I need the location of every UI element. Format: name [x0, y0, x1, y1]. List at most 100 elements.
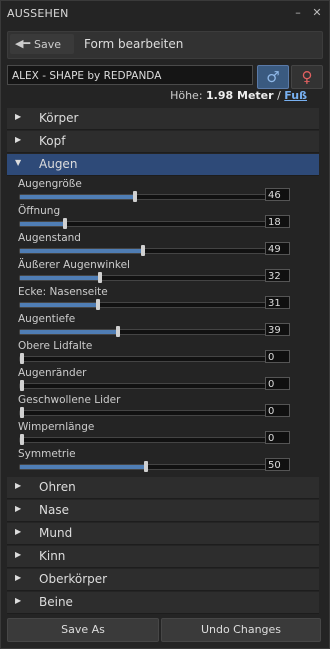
section-ohren[interactable]: ▶ Ohren — [7, 477, 319, 499]
height-readout: Höhe: 1.98 Meter / Fuß — [170, 89, 307, 102]
slider-value-input[interactable]: 49 — [265, 242, 290, 255]
slider-label: Augenränder — [18, 367, 87, 379]
slider-value-input[interactable]: 0 — [265, 377, 290, 390]
slider-track[interactable] — [19, 461, 272, 472]
shape-name-field[interactable]: ALEX - SHAPE by REDPANDA — [7, 65, 253, 85]
section-beine[interactable]: ▶ Beine — [7, 592, 319, 614]
minimize-icon[interactable]: – — [291, 6, 305, 20]
slider-augenrander: Augenränder 0 — [17, 367, 317, 393]
slider-fill — [20, 276, 100, 280]
slider-track[interactable] — [19, 191, 272, 202]
slider-track[interactable] — [19, 380, 272, 391]
slider-value-input[interactable]: 31 — [265, 296, 290, 309]
slider-label: Geschwollene Lider — [18, 394, 121, 406]
slider-track[interactable] — [19, 407, 272, 418]
section-label: Ohren — [39, 480, 76, 494]
section-korper[interactable]: ▶ Körper — [7, 108, 319, 130]
back-arrow-icon: ◀━ — [15, 37, 31, 50]
close-icon[interactable]: ✕ — [310, 6, 324, 20]
slider-obere-lidfalte: Obere Lidfalte 0 — [17, 340, 317, 366]
feet-unit-link[interactable]: Fuß — [284, 89, 307, 102]
slider-thumb[interactable] — [96, 299, 100, 310]
chevron-right-icon: ▶ — [15, 573, 22, 582]
slider-value-input[interactable]: 18 — [265, 215, 290, 228]
slider-track[interactable] — [19, 434, 272, 445]
slider-wimpernlange: Wimpernlänge 0 — [17, 421, 317, 447]
section-label: Oberkörper — [39, 572, 108, 586]
slider-value-input[interactable]: 0 — [265, 431, 290, 444]
section-label: Mund — [39, 526, 73, 540]
slider-thumb[interactable] — [141, 245, 145, 256]
slider-offnung: Öffnung 18 — [17, 205, 317, 231]
chevron-right-icon: ▶ — [15, 112, 22, 121]
slider-augenstand: Augenstand 49 — [17, 232, 317, 258]
slider-thumb[interactable] — [133, 191, 137, 202]
slider-track[interactable] — [19, 299, 272, 310]
slider-fill — [20, 303, 98, 307]
slider-label: Obere Lidfalte — [18, 340, 93, 352]
slider-value-input[interactable]: 0 — [265, 350, 290, 363]
slider-track[interactable] — [19, 245, 272, 256]
slider-label: Äußerer Augenwinkel — [18, 259, 130, 271]
slider-value-input[interactable]: 50 — [265, 458, 290, 471]
section-kinn[interactable]: ▶ Kinn — [7, 546, 319, 568]
slider-fill — [20, 249, 143, 253]
chevron-down-icon: ▼ — [15, 158, 22, 167]
slider-track[interactable] — [19, 218, 272, 229]
slider-fill — [20, 222, 65, 226]
slider-value-input[interactable]: 32 — [265, 269, 290, 282]
slider-thumb[interactable] — [116, 326, 120, 337]
slider-label: Augengröße — [18, 178, 82, 190]
chevron-right-icon: ▶ — [15, 527, 22, 536]
section-label: Nase — [39, 503, 69, 517]
slider-value-input[interactable]: 39 — [265, 323, 290, 336]
chevron-right-icon: ▶ — [15, 596, 22, 605]
slider-track[interactable] — [19, 326, 272, 337]
page-title: Form bearbeiten — [84, 37, 184, 51]
section-label: Körper — [39, 111, 79, 125]
female-symbol-icon[interactable]: ♀ — [291, 65, 323, 89]
slider-augengrosse: Augengröße 46 — [17, 178, 317, 204]
save-button[interactable]: ◀━ Save — [10, 34, 74, 54]
slider-thumb[interactable] — [20, 380, 24, 391]
window-title: AUSSEHEN — [7, 7, 69, 20]
height-label: Höhe: — [170, 89, 203, 102]
section-mund[interactable]: ▶ Mund — [7, 523, 319, 545]
section-oberkorper[interactable]: ▶ Oberkörper — [7, 569, 319, 591]
slider-thumb[interactable] — [20, 434, 24, 445]
slider-label: Augentiefe — [18, 313, 76, 325]
slider-value-input[interactable]: 0 — [265, 404, 290, 417]
male-symbol-icon[interactable]: ♂ — [257, 65, 289, 89]
section-label: Kopf — [39, 134, 66, 148]
section-kopf[interactable]: ▶ Kopf — [7, 131, 319, 153]
section-nase[interactable]: ▶ Nase — [7, 500, 319, 522]
slider-thumb[interactable] — [20, 407, 24, 418]
chevron-right-icon: ▶ — [15, 550, 22, 559]
chevron-right-icon: ▶ — [15, 481, 22, 490]
slider-ausserer-augenwinkel: Äußerer Augenwinkel 32 — [17, 259, 317, 285]
slider-thumb[interactable] — [144, 461, 148, 472]
slider-track[interactable] — [19, 353, 272, 364]
slider-label: Symmetrie — [18, 448, 76, 460]
title-bar[interactable]: AUSSEHEN – ✕ — [1, 1, 329, 27]
height-value: 1.98 Meter — [206, 89, 274, 102]
slider-thumb[interactable] — [20, 353, 24, 364]
slider-symmetrie: Symmetrie 50 — [17, 448, 317, 474]
edit-shape-header: ◀━ Save Form bearbeiten — [7, 31, 323, 59]
section-augen[interactable]: ▼ Augen — [7, 154, 319, 176]
section-label: Beine — [39, 595, 73, 609]
slider-augentiefe: Augentiefe 39 — [17, 313, 317, 339]
slider-thumb[interactable] — [63, 218, 67, 229]
slider-thumb[interactable] — [98, 272, 102, 283]
slider-label: Augenstand — [18, 232, 81, 244]
slider-value-input[interactable]: 46 — [265, 188, 290, 201]
appearance-panel: AUSSEHEN – ✕ ◀━ Save Form bearbeiten ALE… — [0, 0, 330, 649]
slider-track[interactable] — [19, 272, 272, 283]
slider-label: Ecke: Nasenseite — [18, 286, 108, 298]
slider-fill — [20, 330, 118, 334]
chevron-right-icon: ▶ — [15, 504, 22, 513]
section-label: Kinn — [39, 549, 66, 563]
save-as-button[interactable]: Save As — [7, 618, 159, 642]
slider-ecke-nasenseite: Ecke: Nasenseite 31 — [17, 286, 317, 312]
undo-changes-button[interactable]: Undo Changes — [161, 618, 321, 642]
